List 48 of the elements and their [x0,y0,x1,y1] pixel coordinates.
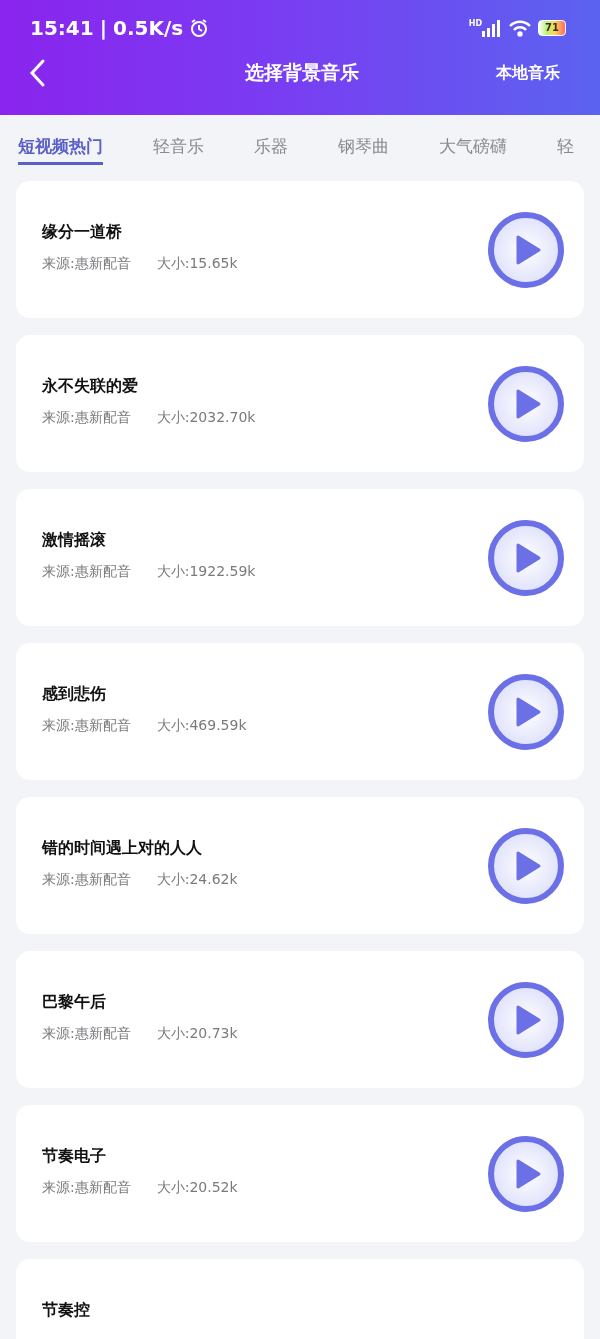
track-title: 错的时间遇上对的人人 [42,838,203,859]
track-source: 来源:惠新配音 [42,255,131,273]
track-title: 激情摇滚 [42,530,107,551]
status-separator: | [99,16,107,40]
local-music-link[interactable]: 本地音乐 [496,62,560,84]
track-source: 来源:惠新配音 [42,871,131,889]
play-button[interactable] [486,671,566,752]
play-button[interactable] [486,1133,566,1214]
play-button[interactable] [486,363,566,444]
track-size: 大小:15.65k [156,255,238,273]
track-card[interactable]: 感到悲伤 来源:惠新配音 大小:469.59k [16,643,584,780]
track-source: 来源:惠新配音 [42,409,131,427]
wifi-icon [508,19,533,37]
track-size: 大小:2032.70k [156,409,256,427]
track-card[interactable]: 错的时间遇上对的人人 来源:惠新配音 大小:24.62k [16,797,584,934]
page-title: 选择背景音乐 [245,60,359,85]
track-source: 来源:惠新配音 [42,1179,131,1197]
track-source: 来源:惠新配音 [42,1025,131,1043]
track-card[interactable]: 永不失联的爱 来源:惠新配音 大小:2032.70k [16,335,584,472]
status-time: 15:41 [30,16,94,40]
network-label: HD [468,19,483,28]
alarm-icon [189,18,210,38]
play-button[interactable] [486,517,566,598]
track-title: 永不失联的爱 [42,376,139,397]
track-card[interactable]: 激情摇滚 来源:惠新配音 大小:1922.59k [16,489,584,626]
track-title: 节奏控 [42,1300,90,1321]
track-source: 来源:惠新配音 [42,563,131,581]
track-title: 感到悲伤 [42,684,107,705]
track-title: 节奏电子 [42,1146,107,1167]
play-button[interactable] [486,209,566,290]
track-source: 来源:惠新配音 [42,717,131,735]
track-size: 大小:469.59k [156,717,247,735]
signal-icon [482,19,503,37]
track-card[interactable]: 巴黎午后 来源:惠新配音 大小:20.73k [16,951,584,1088]
track-size: 大小:20.52k [156,1179,238,1197]
track-title: 巴黎午后 [42,992,107,1013]
play-button[interactable] [486,825,566,906]
track-card[interactable]: 节奏控 [16,1259,584,1339]
track-size: 大小:1922.59k [156,563,256,581]
track-size: 大小:20.73k [156,1025,238,1043]
category-tab[interactable]: 短视频热门 [18,135,103,165]
play-button[interactable] [486,979,566,1060]
battery-level: 71 [538,20,566,36]
track-title: 缘分一道桥 [42,222,123,243]
track-card[interactable]: 缘分一道桥 来源:惠新配音 大小:15.65k [16,181,584,318]
track-size: 大小:24.62k [156,871,238,889]
track-card[interactable]: 节奏电子 来源:惠新配音 大小:20.52k [16,1105,584,1242]
network-speed: 0.5K/s [113,16,184,40]
